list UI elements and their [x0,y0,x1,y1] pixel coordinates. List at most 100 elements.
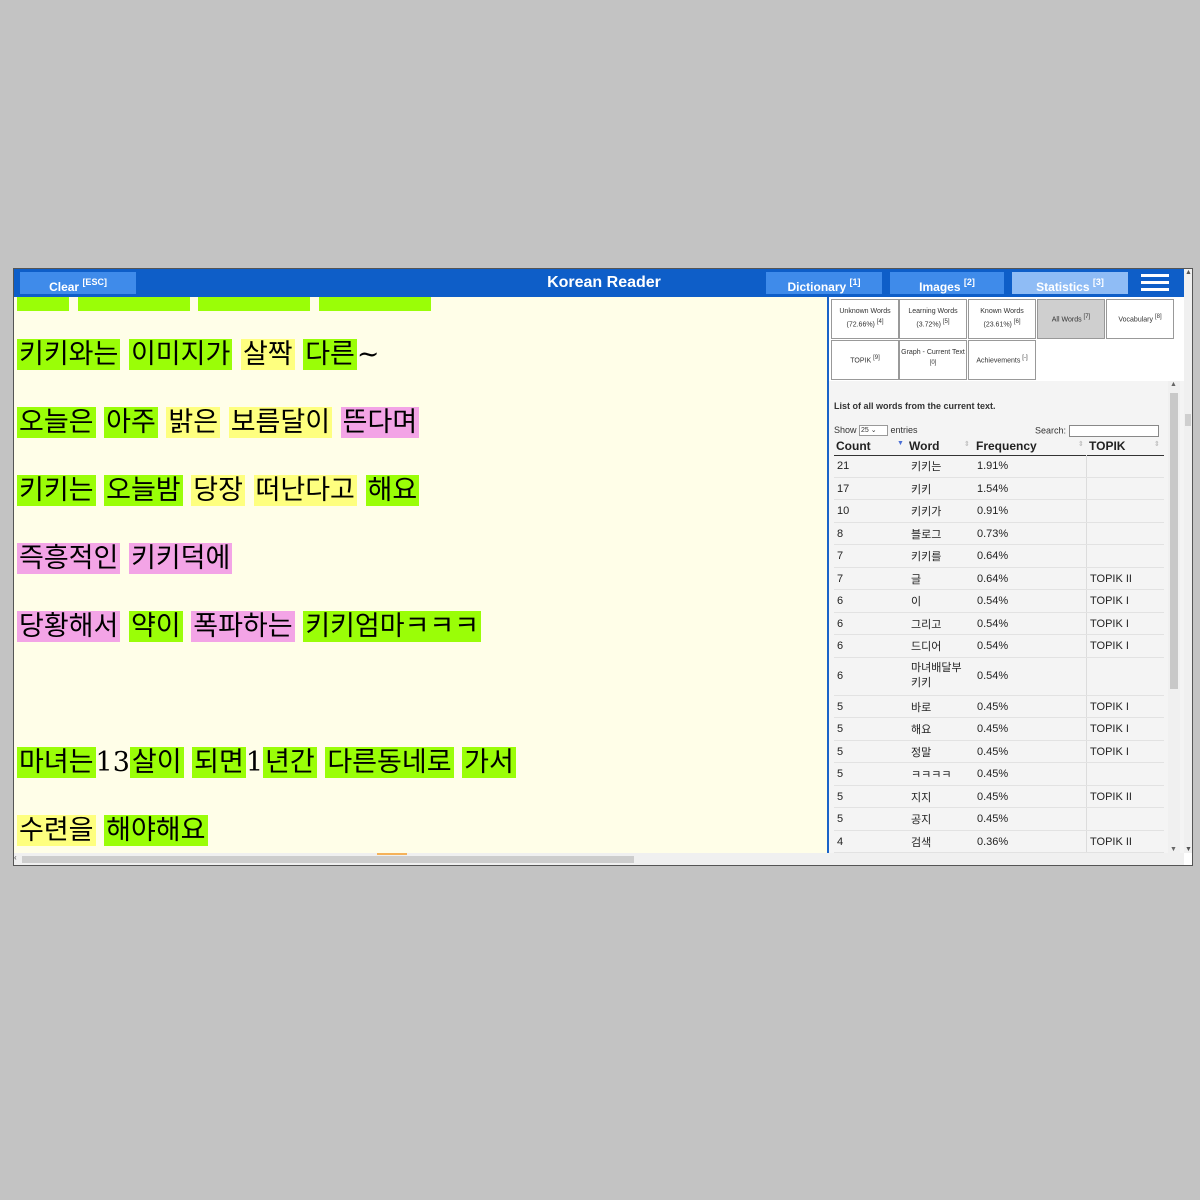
tab-known-words[interactable]: Known Words (23.61%) [6] [968,299,1036,339]
column-divider [1086,763,1087,785]
word-token[interactable]: 즉흥적인 [17,543,121,574]
table-row[interactable]: 4 검색 0.36% TOPIK II [834,830,1164,853]
search-input[interactable] [1068,425,1159,437]
table-row[interactable]: 5 해요 0.45% TOPIK I [834,718,1164,741]
word-token[interactable]: 해요 [365,475,420,506]
table-header: Count ▼ Word ⇕ Frequency ⇕ TOPIK ⇕ [834,437,1164,456]
statistics-button[interactable]: Statistics [3] [1012,272,1128,294]
word-token[interactable]: 되면 [192,747,246,778]
column-divider [1086,830,1087,852]
images-button-label: Images [919,280,961,294]
word-token[interactable]: 살짝 [240,339,295,370]
scroll-thumb[interactable] [22,856,634,863]
panel-scrollbar[interactable]: ▲ ▼ [1168,381,1180,853]
scroll-thumb[interactable] [1185,414,1191,426]
word-token[interactable]: 마녀는 [17,747,96,778]
table-row[interactable]: 6 이 0.54% TOPIK I [834,590,1164,613]
tab-unknown-words[interactable]: Unknown Words (72.66%) [4] [831,299,899,339]
frequency-cell: 0.36% [977,835,1009,848]
tab-topik[interactable]: TOPIK [9] [831,340,899,380]
word-token[interactable]: 년간 [263,747,317,778]
word-token[interactable]: 떠난다고 [253,475,357,506]
table-row[interactable]: 21 키키는 1.91% [834,455,1164,478]
word-token[interactable]: 수련을 [17,815,96,846]
search-label: Search: [1035,425,1067,436]
word-token[interactable]: 뜬다며 [340,407,420,438]
clear-button[interactable]: Clear [ESC] [20,272,136,294]
scroll-down-icon[interactable]: ▼ [1185,846,1192,853]
word-token[interactable]: 해야해요 [104,815,208,846]
frequency-cell: 1.91% [977,460,1009,472]
column-count[interactable]: Count [836,439,871,453]
scroll-left-icon[interactable]: ‹ [14,853,17,862]
window-vertical-scrollbar[interactable]: ▲ ▼ [1184,269,1192,853]
table-row[interactable]: 5 바로 0.45% TOPIK I [834,695,1164,718]
scroll-down-icon[interactable]: ▼ [1170,846,1177,853]
column-divider [1086,718,1087,740]
table-row[interactable]: 6 그리고 0.54% TOPIK I [834,612,1164,635]
word-token[interactable]: 다른 [303,339,357,370]
sort-both-icon: ⇕ [964,441,970,448]
word-token[interactable]: 당장 [191,475,245,506]
table-row[interactable]: 6 마녀배달부 키키 0.54% [834,657,1164,696]
scroll-marker [377,853,407,855]
word-token[interactable]: 이미지가 [128,339,233,370]
count-cell: 10 [837,505,850,517]
table-row[interactable]: 5 ㅋㅋㅋㅋ 0.45% [834,763,1164,786]
table-row[interactable]: 7 키키를 0.64% [834,545,1164,568]
scroll-up-icon[interactable]: ▲ [1185,269,1192,276]
tab-vocabulary[interactable]: Vocabulary [8] [1106,299,1174,339]
table-row[interactable]: 5 지지 0.45% TOPIK II [834,785,1164,808]
word-token[interactable]: 밝은 [166,407,221,438]
tab-learning-words[interactable]: Learning Words (3.72%) [5] [899,299,967,339]
dictionary-button[interactable]: Dictionary [1] [766,272,882,294]
word-cell: 글 [911,573,922,586]
table-row[interactable]: 8 블로그 0.73% [834,522,1164,545]
tab-achievements[interactable]: Achievements [-] [968,340,1036,380]
word-token[interactable]: 살이 [129,747,184,778]
word-token[interactable]: 당황해서 [17,611,121,642]
word-token[interactable]: 폭파하는 [191,611,295,642]
word-token[interactable]: 키키와는 [17,339,121,370]
word-token[interactable]: 오늘은 [17,407,96,438]
tab-all-words[interactable]: All Words [7] [1037,299,1105,339]
scroll-up-icon[interactable]: ▲ [1170,381,1177,388]
tab-shortcut: [4] [876,319,884,326]
column-divider [1086,455,1087,477]
word-token[interactable]: 키키덕에 [128,543,233,574]
count-cell: 8 [837,527,844,540]
plain-text: ~ [356,339,380,370]
table-row[interactable]: 5 공지 0.45% [834,808,1164,831]
column-word[interactable]: Word [909,439,939,453]
column-frequency[interactable]: Frequency [976,439,1037,453]
tab-shortcut: [0] [929,360,937,367]
word-token[interactable]: 키키는 [17,475,96,506]
word-token[interactable]: 약이 [128,611,183,642]
word-token[interactable]: 다른동네로 [325,747,454,778]
table-row[interactable]: 6 드디어 0.54% TOPIK I [834,635,1164,658]
word-token[interactable]: 오늘밤 [104,475,183,506]
horizontal-scrollbar[interactable]: ‹ [14,853,1184,865]
table-row[interactable]: 5 정말 0.45% TOPIK I [834,740,1164,763]
plain-text: 13 [95,747,130,778]
korean-reader-window: Clear [ESC] Korean Reader Dictionary [1]… [13,268,1193,866]
scroll-thumb[interactable] [1170,393,1178,689]
column-topik[interactable]: TOPIK [1089,439,1125,453]
app-title: Korean Reader [547,274,661,291]
count-cell: 7 [837,572,844,585]
images-button[interactable]: Images [2] [890,272,1004,294]
tab-graph-current-text[interactable]: Graph - Current Text [0] [899,340,967,380]
entries-select[interactable]: 25 ⌄ [859,425,889,437]
sort-both-icon: ⇕ [1154,441,1160,448]
column-divider [1086,545,1087,567]
table-row[interactable]: 7 글 0.64% TOPIK II [834,567,1164,590]
word-token[interactable]: 아주 [104,407,158,438]
frequency-cell: 0.45% [977,700,1009,713]
word-token[interactable]: 키키엄마ㅋㅋㅋ [303,611,482,642]
topik-cell: TOPIK II [1090,572,1132,585]
word-token[interactable]: 보름달이 [228,407,333,438]
word-token[interactable]: 가서 [462,747,516,778]
hamburger-menu-icon[interactable] [1138,272,1172,294]
table-row[interactable]: 10 키키가 0.91% [834,500,1164,523]
table-row[interactable]: 17 키키 1.54% [834,477,1164,500]
